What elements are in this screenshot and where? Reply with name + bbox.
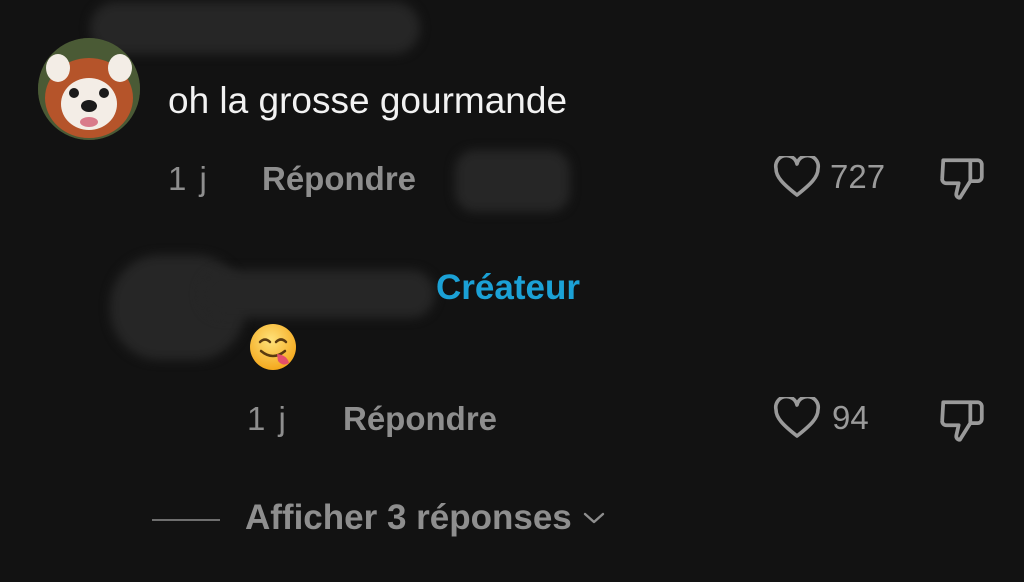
comment-time: 1 j (168, 160, 209, 197)
reply-emoji (247, 321, 299, 373)
thumbs-down-icon (940, 158, 984, 200)
divider (152, 519, 220, 521)
dislike-button[interactable] (937, 154, 987, 202)
view-replies-label: Afficher 3 réponses (245, 498, 572, 537)
heart-icon (773, 397, 821, 438)
view-replies-button[interactable]: Afficher 3 réponses (245, 498, 606, 538)
redacted-area (455, 150, 570, 212)
heart-icon (773, 156, 821, 197)
redacted-username (90, 2, 420, 54)
reply-like-count: 94 (832, 399, 869, 436)
chevron-down-icon (583, 512, 604, 524)
thumbs-down-icon (940, 400, 984, 442)
reply-dislike-button[interactable] (937, 396, 987, 444)
reply-time: 1 j (247, 400, 288, 437)
avatar[interactable] (38, 38, 140, 140)
redacted-username (200, 270, 435, 318)
like-count: 727 (830, 158, 886, 195)
reply-reply-button[interactable]: Répondre (343, 400, 497, 438)
like-button[interactable] (773, 156, 821, 198)
reply-like-button[interactable] (773, 397, 821, 439)
comment-text: oh la grosse gourmande (168, 80, 568, 121)
reply-button[interactable]: Répondre (262, 160, 416, 198)
creator-badge: Créateur (436, 268, 580, 307)
